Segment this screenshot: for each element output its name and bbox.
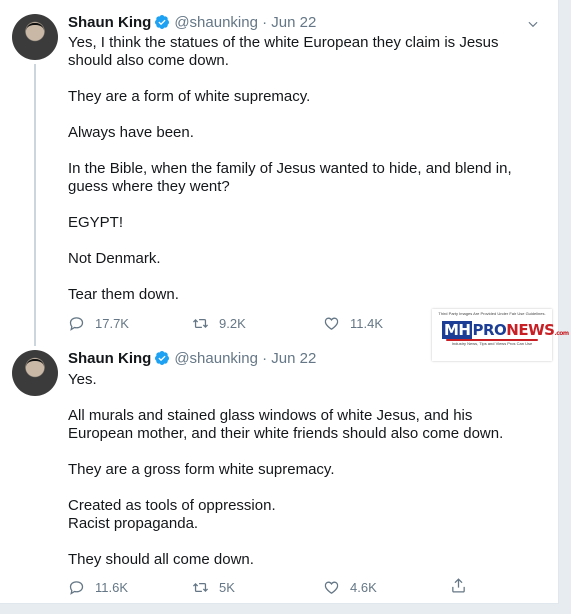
tweet-header: Shaun King @shaunking · Jun 22 xyxy=(68,14,316,34)
tweet-paragraph: They are a form of white supremacy. xyxy=(68,88,311,105)
tweet-date[interactable]: Jun 22 xyxy=(271,14,316,31)
retweet-button[interactable]: 9.2K xyxy=(192,313,246,333)
tweet-paragraph: In the Bible, when the family of Jesus w… xyxy=(68,160,512,195)
tweet-header: Shaun King @shaunking · Jun 22 xyxy=(68,350,316,370)
tweet-paragraph: Yes. xyxy=(68,371,97,388)
author-name[interactable]: Shaun King xyxy=(68,14,151,31)
verified-badge-icon xyxy=(155,351,170,365)
tweet-text: Yes, I think the statues of the white Eu… xyxy=(68,34,538,304)
tweet-paragraph: Tear them down. xyxy=(68,286,179,303)
tweet-paragraph: EGYPT! xyxy=(68,214,124,231)
author-handle[interactable]: @shaunking xyxy=(174,350,258,367)
like-count: 11.4K xyxy=(350,315,384,331)
heart-icon xyxy=(324,581,339,594)
tweet-actions: 17.7K 9.2K 11.4K xyxy=(68,313,488,333)
avatar[interactable] xyxy=(12,14,58,60)
author-handle[interactable]: @shaunking xyxy=(174,14,258,31)
thread-line xyxy=(34,64,36,346)
retweet-button[interactable]: 5K xyxy=(192,577,235,597)
heart-icon xyxy=(324,317,339,330)
verified-badge-icon xyxy=(155,15,170,29)
tweet[interactable]: Shaun King @shaunking · Jun 22 Yes, I thi… xyxy=(0,0,558,346)
watermark-tagline: Industry News, Tips and Views Pros Can U… xyxy=(451,341,533,346)
tweet-paragraph: They should all come down. xyxy=(68,551,254,568)
retweet-count: 9.2K xyxy=(219,315,246,331)
tweet-actions: 11.6K 5K 4.6K xyxy=(68,577,488,597)
tweet-date[interactable]: Jun 22 xyxy=(271,350,316,367)
tweet-paragraph: Yes, I think the statues of the white Eu… xyxy=(68,34,499,69)
like-button[interactable]: 11.4K xyxy=(323,313,383,333)
separator-dot: · xyxy=(262,350,268,367)
retweet-icon xyxy=(192,318,209,328)
tweet-paragraph: Not Denmark. xyxy=(68,250,161,267)
logo-mh: MH xyxy=(442,321,473,339)
tweet-paragraph: Always have been. xyxy=(68,124,194,141)
reply-count: 11.6K xyxy=(95,579,129,595)
tweet-text: Yes. All murals and stained glass window… xyxy=(68,371,538,569)
reply-icon xyxy=(69,316,84,331)
logo-pro: PRO xyxy=(472,321,507,339)
share-icon[interactable] xyxy=(450,577,467,594)
logo-com: .com xyxy=(554,330,569,337)
watermark-wordmark: MH PRONEWS.com xyxy=(442,321,569,339)
timeline-card: Shaun King @shaunking · Jun 22 Yes, I thi… xyxy=(0,0,569,604)
tweet-paragraph: They are a gross form white supremacy. xyxy=(68,461,335,478)
tweet-paragraph: All murals and stained glass windows of … xyxy=(68,407,504,442)
reply-button[interactable]: 11.6K xyxy=(68,577,128,597)
like-button[interactable]: 4.6K xyxy=(323,577,377,597)
chevron-down-icon[interactable] xyxy=(526,17,540,31)
reply-icon xyxy=(69,580,84,595)
tweet-paragraph: Created as tools of oppression. Racist p… xyxy=(68,497,276,532)
author-name[interactable]: Shaun King xyxy=(68,350,151,367)
watermark-logo: Third Party Images Are Provided Under Fa… xyxy=(432,309,569,361)
logo-news: NEWS xyxy=(506,321,555,339)
reply-button[interactable]: 17.7K xyxy=(68,313,129,333)
retweet-count: 5K xyxy=(219,579,235,595)
reply-count: 17.7K xyxy=(95,315,129,331)
like-count: 4.6K xyxy=(350,579,377,595)
separator-dot: · xyxy=(262,14,268,31)
avatar[interactable] xyxy=(12,350,58,396)
retweet-icon xyxy=(192,582,209,592)
watermark-disclaimer: Third Party Images Are Provided Under Fa… xyxy=(438,311,546,316)
tweet[interactable]: Shaun King @shaunking · Jun 22 Yes. All m… xyxy=(0,345,558,603)
